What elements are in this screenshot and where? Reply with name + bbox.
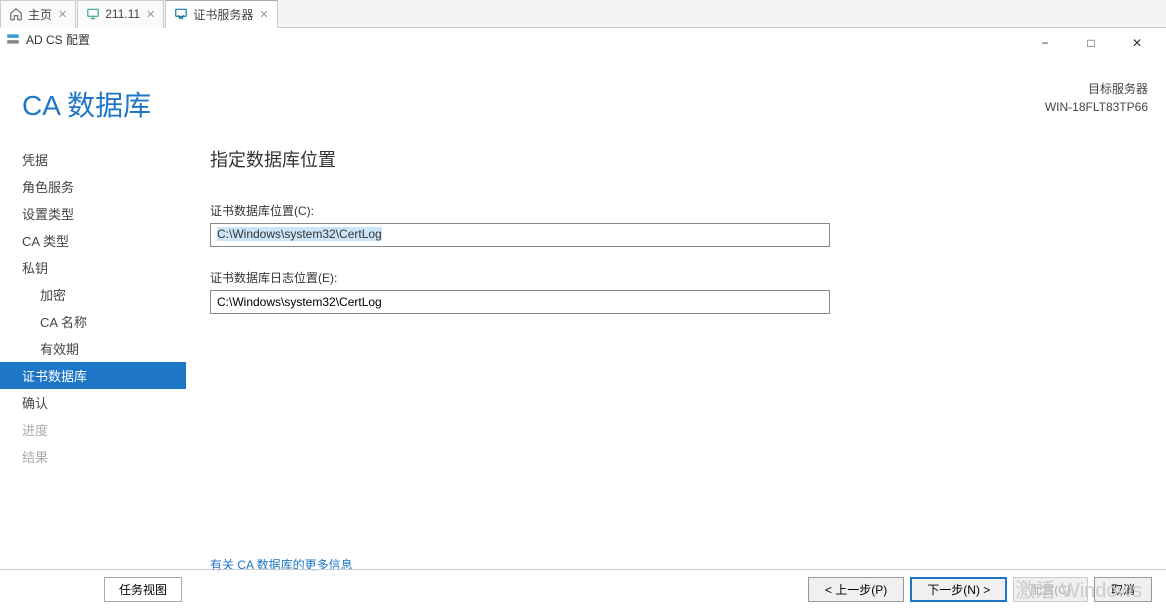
monitor-icon: [86, 7, 100, 21]
task-view-button[interactable]: 任务视图: [104, 577, 182, 602]
tab-strip: 主页 ✕ 211.11 ✕ 证书服务器 ✕: [0, 0, 1166, 28]
db-log-input[interactable]: [210, 290, 830, 314]
sidebar-item-credentials[interactable]: 凭据: [0, 146, 186, 173]
wizard-sidebar: 凭据 角色服务 设置类型 CA 类型 私钥 加密 CA 名称 有效期 证书数据库…: [0, 142, 186, 555]
close-icon[interactable]: ✕: [146, 8, 155, 21]
wizard-footer: 任务视图 < 上一步(P) 下一步(N) > 配置(C) 取消: [0, 569, 1166, 609]
window-titlebar: AD CS 配置: [0, 28, 1166, 50]
server-manager-icon: [6, 32, 20, 46]
close-icon[interactable]: ✕: [259, 8, 268, 21]
target-server-info: 目标服务器 WIN-18FLT83TP66: [1045, 80, 1148, 116]
maximize-button[interactable]: □: [1068, 32, 1114, 54]
tab-label: 证书服务器: [193, 6, 253, 23]
db-location-label: 证书数据库位置(C):: [210, 202, 1136, 219]
close-button[interactable]: ✕: [1114, 32, 1160, 54]
previous-button[interactable]: < 上一步(P): [808, 577, 904, 602]
tab-label: 211.11: [105, 7, 140, 21]
sidebar-item-cryptography[interactable]: 加密: [0, 281, 186, 308]
wizard-title: CA 数据库: [0, 56, 1166, 142]
sidebar-item-role-services[interactable]: 角色服务: [0, 173, 186, 200]
target-server-label: 目标服务器: [1045, 80, 1148, 98]
tab-monitor[interactable]: 211.11 ✕: [77, 0, 164, 28]
cert-icon: [174, 7, 188, 21]
target-server-name: WIN-18FLT83TP66: [1045, 98, 1148, 116]
wizard-content: 指定数据库位置 证书数据库位置(C): C:\Windows\system32\…: [186, 142, 1166, 555]
sidebar-item-confirm[interactable]: 确认: [0, 389, 186, 416]
db-log-label: 证书数据库日志位置(E):: [210, 269, 1136, 286]
tab-label: 主页: [28, 6, 52, 23]
home-icon: [9, 7, 23, 21]
sidebar-item-setup-type[interactable]: 设置类型: [0, 200, 186, 227]
wizard-panel: 目标服务器 WIN-18FLT83TP66 CA 数据库 凭据 角色服务 设置类…: [0, 56, 1166, 609]
sidebar-item-ca-name[interactable]: CA 名称: [0, 308, 186, 335]
minimize-button[interactable]: −: [1022, 32, 1068, 54]
tab-cert-server[interactable]: 证书服务器 ✕: [165, 0, 277, 28]
sidebar-item-progress: 进度: [0, 416, 186, 443]
sidebar-item-results: 结果: [0, 443, 186, 470]
sidebar-item-validity[interactable]: 有效期: [0, 335, 186, 362]
close-icon[interactable]: ✕: [58, 8, 67, 21]
next-button[interactable]: 下一步(N) >: [910, 577, 1007, 602]
db-location-input[interactable]: C:\Windows\system32\CertLog: [210, 223, 830, 247]
tab-home[interactable]: 主页 ✕: [0, 0, 76, 28]
window-title: AD CS 配置: [26, 31, 90, 48]
sidebar-item-ca-type[interactable]: CA 类型: [0, 227, 186, 254]
content-title: 指定数据库位置: [210, 146, 1136, 172]
db-location-value: C:\Windows\system32\CertLog: [217, 227, 382, 241]
configure-button: 配置(C): [1013, 577, 1088, 602]
cancel-button[interactable]: 取消: [1094, 577, 1152, 602]
sidebar-item-private-key[interactable]: 私钥: [0, 254, 186, 281]
window-controls: − □ ✕: [1022, 32, 1160, 54]
sidebar-item-cert-database[interactable]: 证书数据库: [0, 362, 186, 389]
